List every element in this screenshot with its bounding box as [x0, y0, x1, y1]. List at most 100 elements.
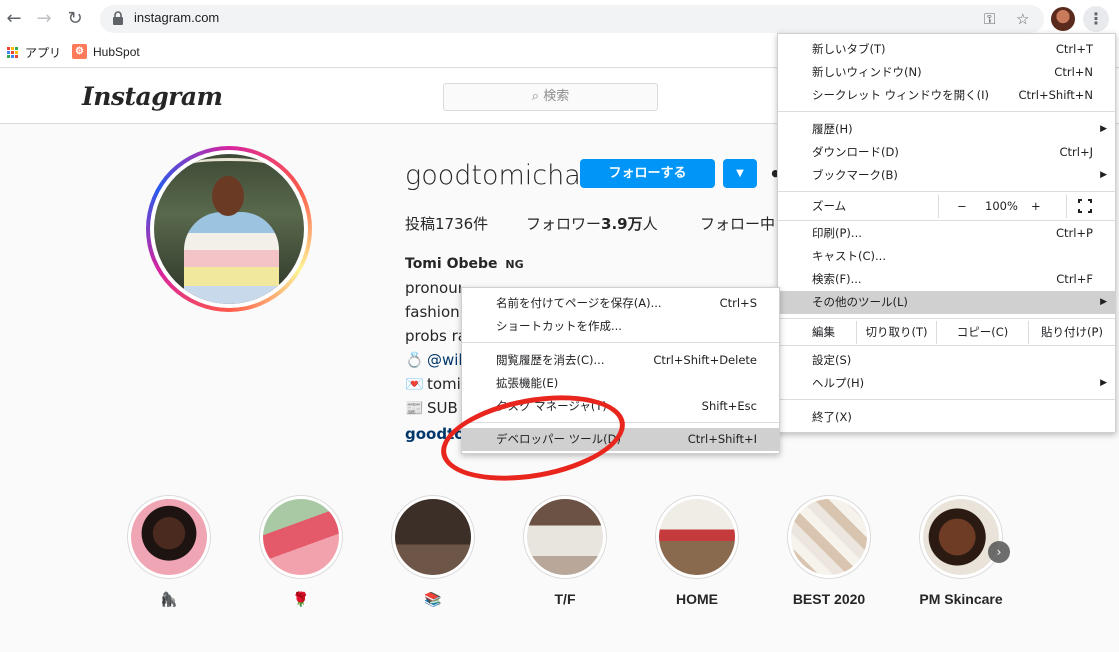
bio-line-text: probs ra	[405, 327, 461, 345]
bio-line: 📰 SUB	[405, 399, 461, 417]
menu-label: 終了(X)	[812, 410, 852, 424]
menu-label: 設定(S)	[812, 353, 852, 367]
bio-name-text: Tomi Obebe	[405, 256, 498, 272]
menu-new-window[interactable]: 新しいウィンドウ(N) Ctrl+N	[778, 61, 1115, 84]
key-icon[interactable]: ⚿	[984, 10, 995, 28]
menu-label: キャスト(C)...	[812, 249, 886, 263]
menu-label: その他のツール(L)	[812, 295, 908, 309]
menu-more-tools[interactable]: その他のツール(L) ▶	[778, 291, 1115, 314]
menu-bookmarks[interactable]: ブックマーク(B) ▶	[778, 164, 1115, 187]
reload-icon[interactable]: ↻	[64, 8, 86, 30]
bio-line: pronoun	[405, 279, 461, 297]
copy-button[interactable]: コピー(C)	[936, 321, 1028, 344]
cut-button[interactable]: 切り取り(T)	[856, 321, 936, 344]
followers-count[interactable]: フォロワー3.9万人	[526, 213, 658, 234]
bio-line: fashion	[405, 303, 461, 321]
menu-shortcut: Ctrl+S	[719, 296, 757, 310]
bio-line-text: pronoun	[405, 279, 461, 297]
nigeria-flag: NG	[505, 258, 524, 271]
menu-downloads[interactable]: ダウンロード(D) Ctrl+J	[778, 141, 1115, 164]
menu-incognito[interactable]: シークレット ウィンドウを開く(I) Ctrl+Shift+N	[778, 84, 1115, 107]
following-count[interactable]: フォロー中	[700, 213, 776, 234]
menu-cast[interactable]: キャスト(C)...	[778, 245, 1115, 268]
story-highlight[interactable]: 🌹	[257, 495, 345, 608]
menu-find[interactable]: 検索(F)... Ctrl+F	[778, 268, 1115, 291]
menu-shortcut: Ctrl+F	[1056, 272, 1093, 286]
menu-label: 閲覧履歴を消去(C)...	[496, 353, 605, 367]
menu-settings[interactable]: 設定(S)	[778, 349, 1115, 372]
next-highlights-arrow-icon[interactable]: ›	[988, 541, 1010, 563]
followers-suffix: 人	[642, 215, 658, 233]
edit-label: 編集	[812, 325, 835, 339]
menu-label: 名前を付けてページを保存(A)...	[496, 296, 662, 310]
search-input[interactable]: ⌕ 検索	[443, 83, 658, 111]
back-arrow-icon[interactable]: ←	[3, 8, 25, 30]
apps-grid-dot	[11, 55, 14, 59]
highlight-label: PM Skincare	[919, 591, 1003, 607]
apps-grid-dot	[15, 50, 18, 54]
menu-label: 履歴(H)	[812, 122, 853, 136]
chrome-menu-icon[interactable]: ⋮	[1083, 6, 1109, 32]
menu-label: 新しいウィンドウ(N)	[812, 65, 922, 79]
menu-print[interactable]: 印刷(P)... Ctrl+P	[778, 222, 1115, 245]
apps-grid-dot	[7, 55, 10, 59]
menu-new-tab[interactable]: 新しいタブ(T) Ctrl+T	[778, 38, 1115, 61]
highlight-label: HOME	[676, 591, 718, 607]
highlight-label: BEST 2020	[792, 591, 866, 607]
profile-picture[interactable]	[146, 146, 312, 312]
menu-label: シークレット ウィンドウを開く(I)	[812, 88, 990, 102]
submenu-arrow-icon: ▶	[1100, 170, 1107, 180]
posts-count: 投稿1736件	[405, 215, 489, 233]
story-highlight[interactable]: 🦍	[125, 495, 213, 608]
profile-username: goodtomicha	[405, 160, 581, 191]
story-highlight[interactable]: T/F	[521, 495, 609, 607]
menu-shortcut: Ctrl+Shift+N	[1018, 88, 1093, 102]
menu-label: ショートカットを作成...	[496, 319, 622, 333]
apps-grid-dot	[15, 55, 18, 59]
search-icon: ⌕	[531, 89, 540, 104]
bio-line-text: SUB	[427, 399, 458, 417]
fullscreen-icon[interactable]	[1077, 198, 1093, 214]
apps-grid-dot	[11, 50, 14, 54]
follow-button[interactable]: フォローする	[580, 159, 715, 188]
menu-help[interactable]: ヘルプ(H) ▶	[778, 372, 1115, 395]
bookmark-apps-label: アプリ	[25, 46, 62, 60]
submenu-extensions[interactable]: 拡張機能(E)	[462, 372, 779, 395]
paste-button[interactable]: 貼り付け(P)	[1028, 321, 1115, 344]
apps-grid-dot	[11, 46, 14, 50]
submenu-create-shortcut[interactable]: ショートカットを作成...	[462, 315, 779, 338]
star-icon[interactable]: ☆	[1016, 10, 1029, 28]
bio-line: probs ra	[405, 327, 461, 345]
menu-shortcut: Ctrl+N	[1054, 65, 1093, 79]
zoom-label: ズーム	[812, 199, 847, 213]
submenu-arrow-icon: ▶	[1100, 124, 1107, 134]
story-highlight[interactable]: BEST 2020	[785, 495, 873, 607]
apps-grid-icon	[7, 46, 19, 59]
menu-label: 拡張機能(E)	[496, 376, 559, 390]
zoom-in-button[interactable]: +	[1031, 195, 1041, 218]
address-bar[interactable]: instagram.com ⚿ ☆	[100, 5, 1044, 33]
bio-line-text: tomi	[427, 375, 461, 393]
profile-avatar[interactable]	[1051, 7, 1075, 31]
bookmark-apps[interactable]: アプリ	[7, 44, 61, 61]
menu-shortcut: Ctrl+Shift+Delete	[653, 353, 757, 367]
lock-icon	[113, 11, 123, 25]
menu-label: ダウンロード(D)	[812, 145, 899, 159]
suggestions-dropdown-button[interactable]: ▼	[723, 159, 757, 188]
story-highlight[interactable]: HOME	[653, 495, 741, 607]
bio-line-text: fashion	[405, 303, 460, 321]
menu-zoom-row: ズーム − 100% +	[778, 195, 1115, 218]
bio-mention-link[interactable]: @wil	[427, 351, 461, 369]
ring-icon: 💍	[405, 351, 424, 369]
submenu-save-page[interactable]: 名前を付けてページを保存(A)... Ctrl+S	[462, 292, 779, 315]
story-highlight[interactable]: 📚	[389, 495, 477, 608]
bio-full-name: Tomi Obebe NG	[405, 256, 524, 272]
menu-exit[interactable]: 終了(X)	[778, 406, 1115, 429]
instagram-logo[interactable]: Instagram	[82, 82, 223, 111]
forward-arrow-icon[interactable]: →	[33, 8, 55, 30]
menu-history[interactable]: 履歴(H) ▶	[778, 118, 1115, 141]
zoom-out-button[interactable]: −	[957, 195, 967, 218]
submenu-clear-browsing-data[interactable]: 閲覧履歴を消去(C)... Ctrl+Shift+Delete	[462, 349, 779, 372]
bookmark-hubspot[interactable]: ⚙ HubSpot	[72, 44, 140, 59]
menu-edit-row: 編集 切り取り(T) コピー(C) 貼り付け(P)	[778, 321, 1115, 344]
